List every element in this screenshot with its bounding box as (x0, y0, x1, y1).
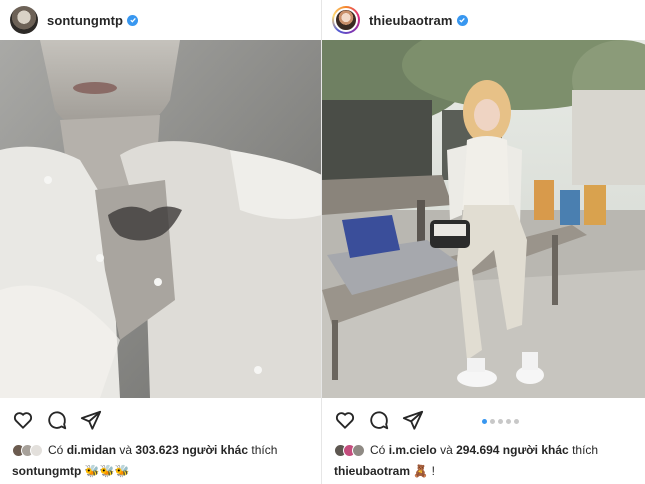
post-header: thieubaotram (322, 0, 645, 40)
caption-text: 🧸 ! (413, 464, 435, 478)
liker-avatars (12, 443, 43, 457)
likes-count[interactable]: 294.694 người khác (456, 443, 569, 457)
post-sontungmtp: sontungmtp Có di.midan và 303.623 người … (0, 0, 322, 484)
carousel-indicator (482, 419, 519, 424)
share-icon[interactable] (402, 409, 424, 431)
likes-connector: và (440, 443, 453, 457)
comment-icon[interactable] (368, 409, 390, 431)
carousel-dot (506, 419, 511, 424)
first-liker[interactable]: i.m.cielo (389, 443, 437, 457)
post-header: sontungmtp (0, 0, 322, 40)
avatar[interactable] (332, 6, 360, 34)
post-thieubaotram: thieubaotram Có i.m.cielo và 294.694 ngư… (322, 0, 645, 484)
caption-text: 🐝🐝🐝 (84, 464, 130, 478)
likes-suffix: thích (251, 443, 278, 457)
username[interactable]: sontungmtp (47, 13, 123, 28)
likes-prefix: Có (48, 443, 64, 457)
post-actions (334, 409, 424, 431)
likes-summary[interactable]: Có i.m.cielo và 294.694 người khác thích (334, 443, 598, 457)
carousel-dot (490, 419, 495, 424)
likes-prefix: Có (370, 443, 386, 457)
likes-suffix: thích (572, 443, 599, 457)
carousel-dot (498, 419, 503, 424)
first-liker[interactable]: di.midan (67, 443, 116, 457)
post-photo[interactable] (0, 40, 322, 398)
comment-icon[interactable] (46, 409, 68, 431)
caption: sontungmtp 🐝🐝🐝 (12, 464, 130, 478)
caption: thieubaotram 🧸 ! (334, 464, 435, 478)
likes-count[interactable]: 303.623 người khác (135, 443, 248, 457)
verified-badge-icon (127, 14, 139, 26)
avatar[interactable] (10, 6, 38, 34)
carousel-dot-active (482, 419, 487, 424)
share-icon[interactable] (80, 409, 102, 431)
likes-summary[interactable]: Có di.midan và 303.623 người khác thích (12, 443, 277, 457)
caption-username[interactable]: thieubaotram (334, 464, 410, 478)
heart-icon[interactable] (334, 409, 356, 431)
post-actions (12, 409, 102, 431)
liker-avatars (334, 443, 365, 457)
post-photo[interactable] (322, 40, 645, 398)
carousel-dot (514, 419, 519, 424)
likes-connector: và (119, 443, 133, 457)
caption-username[interactable]: sontungmtp (12, 464, 81, 478)
heart-icon[interactable] (12, 409, 34, 431)
username[interactable]: thieubaotram (369, 13, 453, 28)
verified-badge-icon (456, 14, 468, 26)
